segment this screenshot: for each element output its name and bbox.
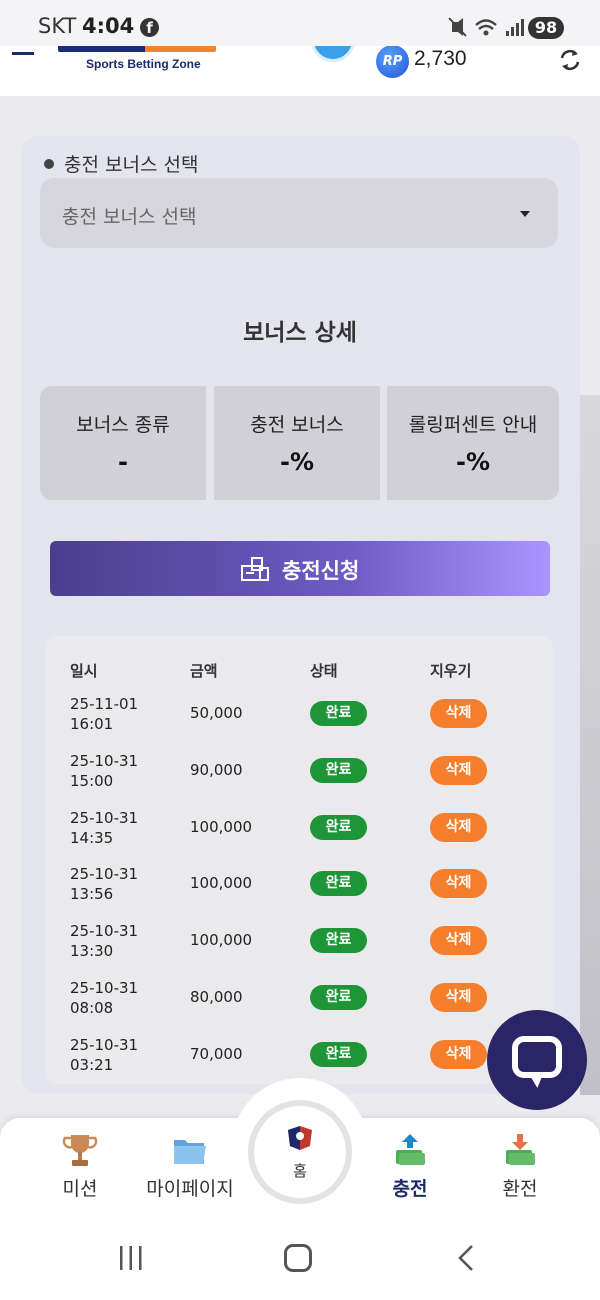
row-time: 03:21 [70, 1056, 114, 1074]
charge-request-icon [241, 557, 269, 581]
chat-bubble-tail [529, 1074, 543, 1088]
recent-apps-icon[interactable] [118, 1246, 144, 1270]
signal-icons [448, 17, 524, 37]
bonus-section-text: 충전 보너스 선택 [64, 154, 199, 176]
row-date: 25-10-31 [70, 809, 139, 827]
facebook-icon: f [140, 18, 159, 37]
delete-button[interactable]: 삭제 [430, 699, 487, 728]
clock: 4:04 [82, 14, 135, 38]
stat-label: 충전 보너스 [250, 414, 344, 436]
row-date: 25-10-31 [70, 1036, 139, 1054]
delete-button[interactable]: 삭제 [430, 926, 487, 955]
table-row: 25-10-31 13:30 100,000 완료 삭제 [0, 921, 600, 978]
status-badge: 완료 [310, 1042, 367, 1067]
chevron-down-icon [520, 211, 530, 217]
row-amount: 100,000 [190, 931, 253, 949]
delete-button[interactable]: 삭제 [430, 813, 487, 842]
status-badge: 완료 [310, 758, 367, 783]
row-amount: 100,000 [190, 874, 253, 892]
row-date: 25-10-31 [70, 922, 139, 940]
logo[interactable] [58, 46, 216, 52]
bonus-detail-title: 보너스 상세 [243, 320, 357, 346]
row-datetime: 25-10-31 13:56 [70, 864, 138, 904]
money-down-icon [506, 1134, 535, 1165]
table-row: 25-10-31 15:00 90,000 완료 삭제 [0, 751, 600, 808]
bonus-section-label: 충전 보너스 선택 [44, 150, 198, 177]
stat-charge-bonus: 충전 보너스 -% [214, 386, 380, 500]
stat-label: 보너스 종류 [76, 414, 170, 436]
logo-subtitle: Sports Betting Zone [86, 57, 201, 71]
status-bar: SKT 4:04 f 98 [0, 0, 600, 46]
row-datetime: 25-10-31 13:30 [70, 921, 138, 961]
row-date: 25-10-31 [70, 752, 139, 770]
stat-value: -% [455, 448, 490, 476]
table-row: 25-11-01 16:01 50,000 완료 삭제 [0, 694, 600, 751]
carrier-label: SKT [38, 14, 77, 38]
row-time: 13:30 [70, 942, 114, 960]
row-amount: 100,000 [190, 818, 253, 836]
home-icon[interactable] [284, 1244, 312, 1272]
delete-button[interactable]: 삭제 [430, 1040, 487, 1069]
avatar[interactable] [311, 46, 355, 62]
status-badge: 완료 [310, 701, 367, 726]
col-header-amount: 금액 [190, 662, 218, 680]
row-time: 15:00 [70, 772, 114, 790]
money-up-icon [396, 1134, 425, 1165]
row-time: 08:08 [70, 999, 114, 1017]
row-datetime: 25-10-31 03:21 [70, 1035, 138, 1075]
col-header-delete: 지우기 [430, 662, 472, 680]
nav-exchange[interactable]: 환전 [465, 1130, 575, 1210]
row-time: 16:01 [70, 715, 114, 733]
live-chat-button[interactable] [487, 1010, 587, 1110]
status-badge: 완료 [310, 815, 367, 840]
delete-button[interactable]: 삭제 [430, 869, 487, 898]
bullet-icon [44, 158, 54, 169]
bonus-select-value: 충전 보너스 선택 [62, 206, 197, 228]
nav-home[interactable] [248, 1100, 352, 1204]
stat-value: -% [279, 448, 314, 476]
nav-exchange-label: 환전 [502, 1178, 538, 1200]
menu-icon[interactable] [12, 52, 34, 55]
charge-request-button[interactable]: 충전신청 [50, 541, 550, 596]
system-navigation-bar [0, 1220, 600, 1300]
row-amount: 70,000 [190, 1045, 243, 1063]
row-datetime: 25-11-01 16:01 [70, 694, 138, 734]
stat-label: 롤링퍼센트 안내 [408, 414, 538, 436]
table-row: 25-10-31 14:35 100,000 완료 삭제 [0, 808, 600, 865]
status-badge: 완료 [310, 985, 367, 1010]
row-datetime: 25-10-31 15:00 [70, 751, 138, 791]
home-logo-icon [288, 1126, 312, 1150]
bonus-select[interactable]: 충전 보너스 선택 [40, 178, 558, 248]
refresh-icon[interactable] [556, 46, 584, 74]
row-date: 25-10-31 [70, 865, 139, 883]
rp-balance: 2,730 [414, 47, 467, 70]
row-amount: 50,000 [190, 704, 243, 722]
stat-value: - [118, 448, 128, 476]
app-header: Sports Betting Zone RP 2,730 [0, 46, 600, 96]
stat-bonus-type: 보너스 종류 - [40, 386, 206, 500]
charge-request-label: 충전신청 [282, 559, 360, 583]
col-header-status: 상태 [310, 662, 338, 680]
rp-coin-icon: RP [376, 46, 409, 78]
back-icon[interactable] [456, 1244, 476, 1272]
row-datetime: 25-10-31 08:08 [70, 978, 138, 1018]
table-row: 25-10-31 13:56 100,000 완료 삭제 [0, 864, 600, 921]
delete-button[interactable]: 삭제 [430, 983, 487, 1012]
col-header-date: 일시 [70, 662, 98, 680]
status-badge: 완료 [310, 871, 367, 896]
battery-level: 98 [528, 17, 564, 39]
status-badge: 완료 [310, 928, 367, 953]
stat-rolling-percent: 롤링퍼센트 안내 -% [387, 386, 559, 500]
row-date: 25-10-31 [70, 979, 139, 997]
row-amount: 80,000 [190, 988, 243, 1006]
chat-bubble-icon [512, 1036, 562, 1078]
row-date: 25-11-01 [70, 695, 139, 713]
delete-button[interactable]: 삭제 [430, 756, 487, 785]
nav-charge-label: 충전 [392, 1178, 428, 1200]
row-time: 14:35 [70, 829, 114, 847]
row-time: 13:56 [70, 885, 114, 903]
nav-charge[interactable]: 충전 [355, 1130, 465, 1210]
row-amount: 90,000 [190, 761, 243, 779]
row-datetime: 25-10-31 14:35 [70, 808, 138, 848]
